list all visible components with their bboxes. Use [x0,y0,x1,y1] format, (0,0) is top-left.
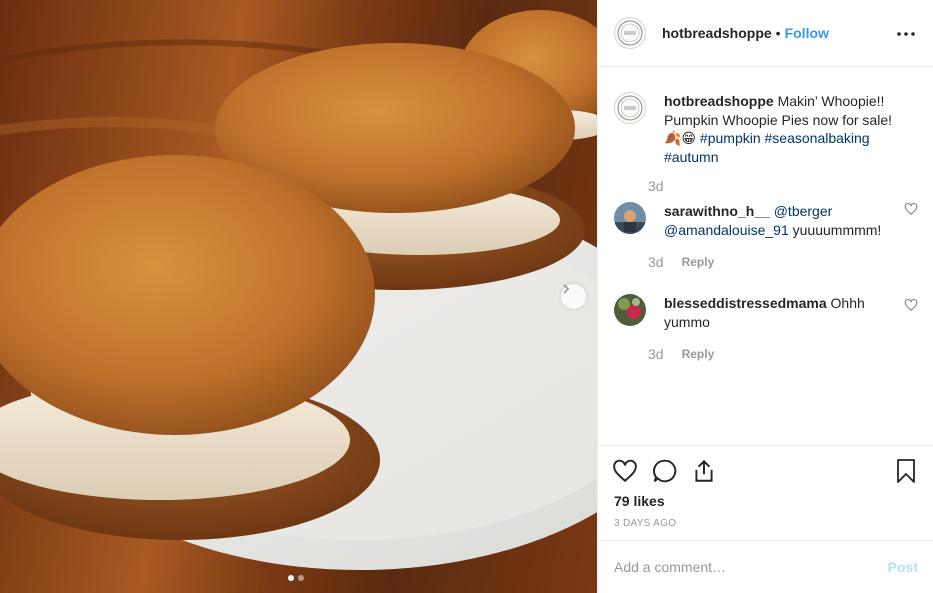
post-author-username[interactable]: hotbreadshoppe [662,25,772,41]
post-date[interactable]: 3 DAYS AGO [614,518,676,529]
bookmark-icon [897,459,915,483]
comment-message: yuuuummmm! [792,221,882,238]
heart-icon [613,459,637,483]
comment-button[interactable] [652,458,678,484]
more-options-button[interactable] [894,22,918,46]
share-button[interactable] [691,458,717,484]
post-side-panel: hotbreadshoppe • Follow hotbreadshoppe M… [597,0,933,593]
like-comment-heart-icon[interactable] [904,298,918,312]
avatar[interactable] [614,202,646,234]
list-item: blesseddistressedmama Ohhh yummo [614,294,918,331]
caption: hotbreadshoppe Makin’ Whoopie!! Pumpkin … [614,92,918,166]
comment-meta: 3d Reply [648,346,714,362]
carousel-dot-active [288,575,294,581]
reply-button[interactable]: Reply [682,255,715,269]
carousel-next-button[interactable] [561,284,586,309]
like-button[interactable] [612,458,638,484]
caption-text: hotbreadshoppe Makin’ Whoopie!! Pumpkin … [664,92,894,166]
share-icon [695,459,713,482]
whoopie-pies-photo [0,10,597,570]
carousel-dot [298,575,304,581]
post-comment-button[interactable]: Post [888,559,918,575]
likes-count[interactable]: 79 likes [614,493,665,509]
comment-age[interactable]: 3d [648,346,664,362]
caption-username[interactable]: hotbreadshoppe [664,93,774,109]
comment-input[interactable] [614,559,888,575]
comment-text: sarawithno_h__ @tberger @amandalouise_91… [664,202,894,239]
list-item: sarawithno_h__ @tberger @amandalouise_91… [614,202,918,239]
avatar[interactable] [614,294,646,326]
avatar[interactable] [614,17,646,49]
hashtag-link[interactable]: #seasonalbaking [765,130,870,146]
reply-button[interactable]: Reply [682,347,715,361]
comment-username[interactable]: blesseddistressedmama [664,295,827,311]
hashtag-link[interactable]: #pumpkin [700,130,761,146]
post-header: hotbreadshoppe • Follow [598,0,933,67]
avatar[interactable] [614,92,646,124]
comment-text: blesseddistressedmama Ohhh yummo [664,294,894,331]
comment-meta: 3d Reply [648,254,714,270]
comment-bubble-icon [653,459,677,483]
comment-username[interactable]: sarawithno_h__ [664,203,770,219]
more-options-icon [897,32,915,36]
like-comment-heart-icon[interactable] [904,202,918,216]
user-photo-icon [614,294,646,326]
caption-age[interactable]: 3d [648,178,664,194]
bakery-logo-icon [617,20,643,46]
caption-meta: 3d [648,178,664,194]
instagram-post: hotbreadshoppe • Follow hotbreadshoppe M… [0,0,933,593]
chevron-right-icon [563,284,570,294]
mention-link[interactable]: @tberger [774,203,833,219]
comment-age[interactable]: 3d [648,254,664,270]
carousel-indicator [288,575,304,581]
save-button[interactable] [893,458,919,484]
post-actions: 79 likes 3 DAYS AGO [598,445,933,540]
bakery-logo-icon [617,95,643,121]
post-photo[interactable] [0,0,597,593]
hashtag-link[interactable]: #autumn [664,149,718,165]
follow-button[interactable]: Follow [785,25,829,41]
mention-link[interactable]: @amandalouise_91 [664,222,789,238]
separator: • [775,25,781,41]
user-photo-icon [614,202,646,234]
comments-list[interactable]: hotbreadshoppe Makin’ Whoopie!! Pumpkin … [598,68,933,444]
add-comment-bar: Post [598,540,933,593]
